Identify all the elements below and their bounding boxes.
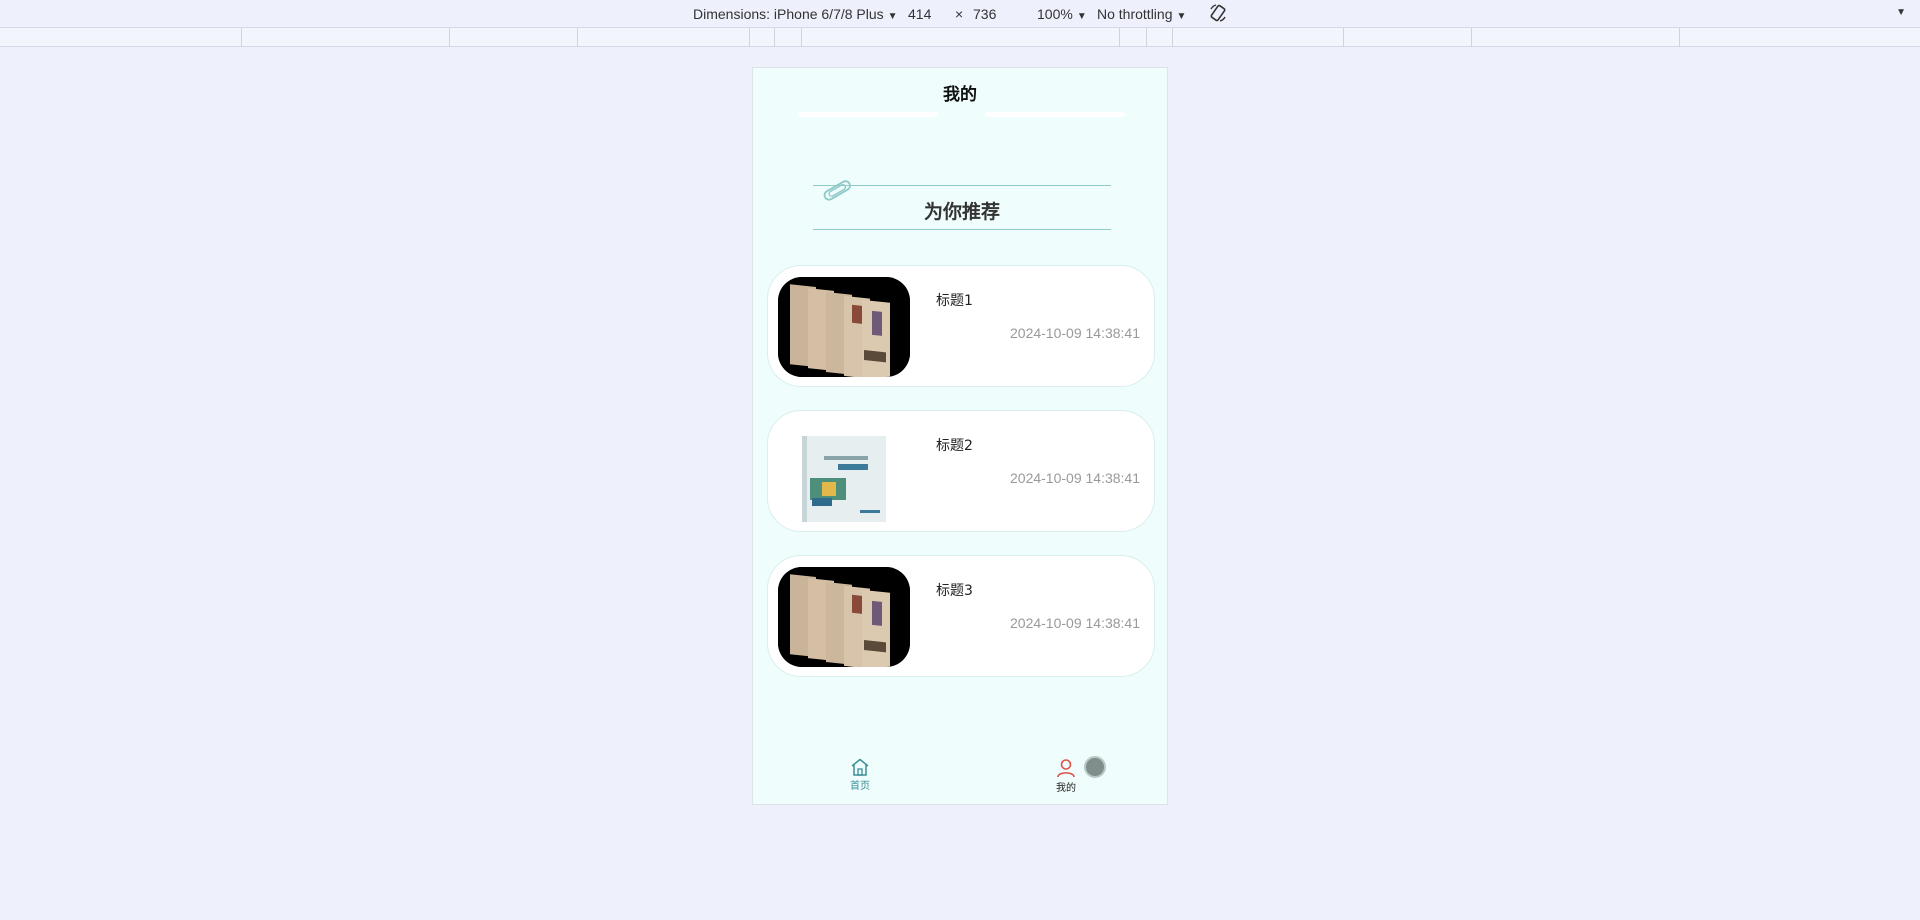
- ruler-tick: [1119, 28, 1120, 47]
- caret-down-icon: ▼: [1076, 11, 1087, 22]
- rotate-icon[interactable]: [1208, 3, 1228, 23]
- list-item[interactable]: 标题2 2024-10-09 14:38:41: [767, 410, 1155, 532]
- throttling-dropdown[interactable]: No throttling ▼: [1097, 6, 1186, 22]
- item-title: 标题2: [936, 438, 973, 454]
- ruler-tick: [1679, 28, 1680, 47]
- caret-down-icon: ▼: [887, 11, 898, 22]
- divider: [813, 185, 1111, 186]
- list-item[interactable]: 标题3 2024-10-09 14:38:41: [767, 555, 1155, 677]
- caret-down-icon: ▼: [1176, 11, 1187, 22]
- devtools-toolbar: Dimensions: iPhone 6/7/8 Plus ▼ 414 × 736…: [0, 0, 1920, 28]
- item-time: 2024-10-09 14:38:41: [1010, 325, 1140, 341]
- ruler-tick: [1146, 28, 1147, 47]
- ruler-tick: [1172, 28, 1173, 47]
- item-time: 2024-10-09 14:38:41: [1010, 615, 1140, 631]
- ruler-tick: [749, 28, 750, 47]
- item-time: 2024-10-09 14:38:41: [1010, 470, 1140, 486]
- ruler-tick: [1471, 28, 1472, 47]
- ruler-tick: [774, 28, 775, 47]
- item-title: 标题1: [936, 293, 973, 309]
- recommend-header: 为你推荐: [813, 180, 1111, 231]
- media-query-ruler: [0, 28, 1920, 47]
- tab-home-label: 首页: [850, 781, 870, 792]
- ruler-tick: [1343, 28, 1344, 47]
- ruler-tick: [449, 28, 450, 47]
- user-icon: [1057, 759, 1075, 778]
- height-input[interactable]: 736: [973, 6, 996, 22]
- page-title: 我的: [943, 85, 977, 105]
- item-title: 标题3: [936, 583, 973, 599]
- section-title: 为你推荐: [923, 201, 1000, 223]
- width-input[interactable]: 414: [908, 6, 931, 22]
- book-stack-image: [778, 277, 910, 377]
- home-icon: [851, 758, 869, 776]
- header-bar-left: [798, 112, 938, 117]
- ruler-tick: [801, 28, 802, 47]
- ruler-tick: [241, 28, 242, 47]
- divider: [813, 229, 1111, 230]
- dimensions-dropdown[interactable]: Dimensions: iPhone 6/7/8 Plus ▼: [693, 6, 898, 22]
- floating-action-button[interactable]: [1084, 756, 1106, 778]
- throttling-label: No throttling: [1097, 6, 1173, 22]
- dimensions-label: Dimensions: iPhone 6/7/8 Plus: [693, 6, 884, 22]
- tab-mine-label: 我的: [1056, 783, 1076, 794]
- book-cover-image: [778, 422, 910, 522]
- list-item[interactable]: 标题1 2024-10-09 14:38:41: [767, 265, 1155, 387]
- ruler-tick: [577, 28, 578, 47]
- more-options-icon[interactable]: ▼: [1896, 7, 1906, 18]
- zoom-dropdown[interactable]: 100% ▼: [1037, 6, 1087, 22]
- zoom-label: 100%: [1037, 6, 1073, 22]
- header-bar-right: [985, 112, 1125, 117]
- book-stack-image: [778, 567, 910, 667]
- phone-viewport: 我的 为你推荐 标题1 2024-10-09 14:38:41 标题2 2024…: [752, 67, 1168, 805]
- tab-bar: 首页 我的: [753, 752, 1167, 804]
- tab-home[interactable]: 首页: [830, 758, 890, 792]
- times-sign: ×: [955, 6, 964, 22]
